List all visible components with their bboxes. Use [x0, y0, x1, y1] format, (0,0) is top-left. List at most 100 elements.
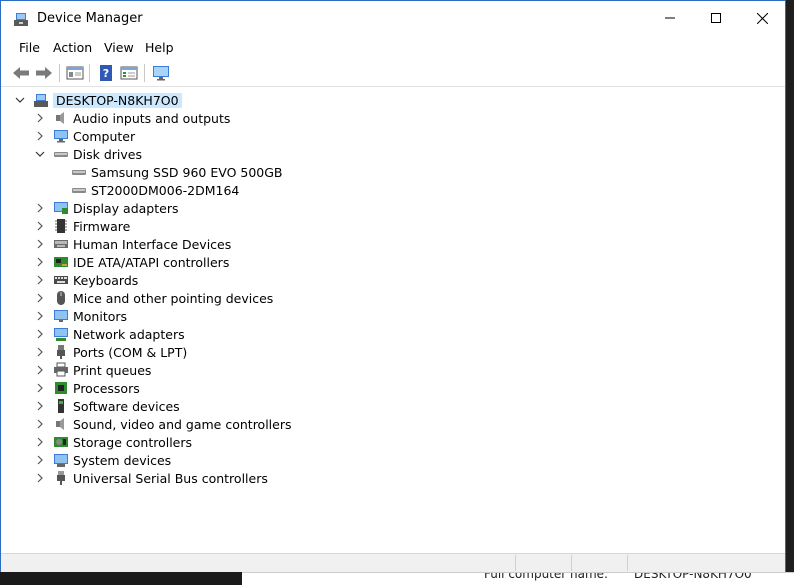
properties-button[interactable] [119, 63, 139, 83]
speaker-icon [53, 110, 69, 126]
tree-node-human-interface-devices[interactable]: Human Interface Devices [35, 235, 231, 253]
tree-node-label: IDE ATA/ATAPI controllers [73, 254, 230, 270]
tree-node-monitors[interactable]: Monitors [35, 307, 127, 325]
chevron-right-icon[interactable] [35, 473, 45, 483]
tree-node-label: Disk drives [73, 146, 142, 162]
chevron-right-icon[interactable] [35, 365, 45, 375]
tree-node-storage-controllers[interactable]: Storage controllers [35, 433, 192, 451]
ide-controller-icon [53, 254, 69, 270]
tree-node-network-adapters[interactable]: Network adapters [35, 325, 185, 343]
chevron-right-icon[interactable] [35, 401, 45, 411]
window-title: Device Manager [37, 11, 143, 26]
tree-node-label: Firmware [73, 218, 131, 234]
chevron-right-icon[interactable] [35, 347, 45, 357]
menu-file[interactable]: File [17, 40, 42, 55]
menu-bar: File Action View Help [1, 37, 785, 59]
storage-controller-icon [53, 434, 69, 450]
tree-node-label: Keyboards [73, 272, 139, 288]
display-adapter-icon [53, 200, 69, 216]
tree-node-audio[interactable]: Audio inputs and outputs [35, 109, 230, 127]
computer-icon [33, 92, 49, 108]
chevron-right-icon[interactable] [35, 113, 45, 123]
chevron-down-icon[interactable] [15, 95, 25, 105]
disk-drive-icon [71, 164, 87, 180]
close-icon [756, 12, 768, 24]
tree-root-row[interactable]: DESKTOP-N8KH7O0 [15, 91, 182, 109]
tree-leaf-samsung-ssd[interactable]: Samsung SSD 960 EVO 500GB [71, 163, 283, 181]
chevron-right-icon[interactable] [35, 437, 45, 447]
back-arrow-icon [13, 67, 29, 79]
chevron-right-icon[interactable] [35, 293, 45, 303]
tree-root-label[interactable]: DESKTOP-N8KH7O0 [53, 92, 182, 108]
tree-node-usb-controllers[interactable]: Universal Serial Bus controllers [35, 469, 268, 487]
status-bar [1, 553, 785, 572]
tree-node-system-devices[interactable]: System devices [35, 451, 171, 469]
computer-icon [53, 128, 69, 144]
tree-node-label: Universal Serial Bus controllers [73, 470, 268, 486]
hid-icon [53, 236, 69, 252]
chevron-right-icon[interactable] [35, 275, 45, 285]
background-window-edge [786, 0, 794, 585]
tree-node-mice[interactable]: Mice and other pointing devices [35, 289, 273, 307]
tree-node-label: Sound, video and game controllers [73, 416, 292, 432]
scan-monitor-icon [153, 66, 169, 81]
port-icon [53, 344, 69, 360]
chevron-right-icon[interactable] [35, 203, 45, 213]
system-device-icon [53, 452, 69, 468]
sound-controller-icon [53, 416, 69, 432]
tree-leaf-label: Samsung SSD 960 EVO 500GB [91, 164, 283, 180]
chevron-right-icon[interactable] [35, 383, 45, 393]
tree-leaf-label: ST2000DM006-2DM164 [91, 182, 240, 198]
tree-node-print-queues[interactable]: Print queues [35, 361, 151, 379]
forward-button[interactable] [34, 63, 54, 83]
help-button[interactable]: ? [96, 63, 116, 83]
chevron-right-icon[interactable] [35, 131, 45, 141]
close-button[interactable] [739, 1, 785, 35]
tree-node-processors[interactable]: Processors [35, 379, 140, 397]
tree-node-label: Ports (COM & LPT) [73, 344, 188, 360]
disk-drive-icon [53, 146, 69, 162]
device-tree[interactable]: DESKTOP-N8KH7O0 Audio inputs and outputs… [1, 87, 785, 553]
status-pane [571, 555, 628, 571]
background-system-window: Full computer name: DESKTOP-N8KH7O0 [242, 572, 794, 586]
minimize-button[interactable] [647, 1, 693, 35]
console-tree-icon [66, 66, 84, 80]
chevron-right-icon[interactable] [35, 239, 45, 249]
tree-node-ports[interactable]: Ports (COM & LPT) [35, 343, 187, 361]
tree-node-display-adapters[interactable]: Display adapters [35, 199, 178, 217]
chevron-right-icon[interactable] [35, 455, 45, 465]
tree-node-ide-controllers[interactable]: IDE ATA/ATAPI controllers [35, 253, 229, 271]
tree-node-keyboards[interactable]: Keyboards [35, 271, 138, 289]
scan-hardware-changes-button[interactable] [151, 63, 171, 83]
tree-leaf-st2000dm006[interactable]: ST2000DM006-2DM164 [71, 181, 239, 199]
maximize-button[interactable] [693, 1, 739, 35]
minimize-icon [665, 17, 675, 19]
mouse-icon [53, 290, 69, 306]
help-book-icon: ? [100, 65, 112, 81]
chevron-down-icon[interactable] [35, 149, 45, 159]
forward-arrow-icon [36, 67, 52, 79]
tree-node-label: Storage controllers [73, 434, 193, 450]
tree-node-label: System devices [73, 452, 172, 468]
tree-node-firmware[interactable]: Firmware [35, 217, 130, 235]
tree-node-computer[interactable]: Computer [35, 127, 135, 145]
chevron-right-icon[interactable] [35, 311, 45, 321]
chevron-right-icon[interactable] [35, 257, 45, 267]
tree-node-label: Mice and other pointing devices [73, 290, 274, 306]
tree-node-disk-drives[interactable]: Disk drives [35, 145, 142, 163]
chevron-right-icon[interactable] [35, 419, 45, 429]
back-button[interactable] [11, 63, 31, 83]
toolbar-separator [89, 64, 90, 82]
show-hide-console-tree-button[interactable] [65, 63, 85, 83]
title-bar[interactable]: Device Manager [1, 1, 785, 35]
tree-node-software-devices[interactable]: Software devices [35, 397, 180, 415]
chevron-right-icon[interactable] [35, 221, 45, 231]
menu-help[interactable]: Help [143, 40, 176, 55]
menu-action[interactable]: Action [51, 40, 94, 55]
chevron-right-icon[interactable] [35, 329, 45, 339]
tree-node-label: Software devices [73, 398, 180, 414]
menu-view[interactable]: View [102, 40, 136, 55]
toolbar-separator [59, 64, 60, 82]
tree-node-sound-controllers[interactable]: Sound, video and game controllers [35, 415, 292, 433]
tree-node-label: Processors [73, 380, 140, 396]
